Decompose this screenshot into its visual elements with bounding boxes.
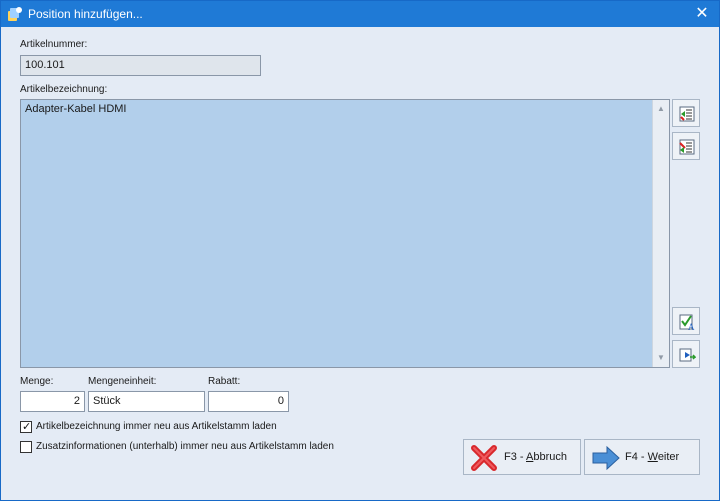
scroll-up-icon[interactable]: ▲ — [656, 104, 666, 114]
dialog-window: Position hinzufügen... ✕ Artikelnummer: … — [0, 0, 720, 501]
red-x-icon — [471, 445, 497, 471]
spellcheck-icon: A — [679, 314, 695, 331]
artikelbezeichnung-text: Adapter-Kabel HDMI — [25, 103, 127, 115]
cancel-button[interactable]: F3 - Abbruch — [463, 439, 581, 475]
artikelbezeichnung-textarea[interactable]: Adapter-Kabel HDMI ▲ ▼ — [20, 99, 670, 368]
close-icon: ✕ — [695, 5, 709, 22]
mengeneinheit-label: Mengeneinheit: — [88, 376, 157, 387]
artikelnummer-field[interactable]: 100.101 — [20, 55, 261, 76]
title-bar[interactable]: Position hinzufügen... ✕ — [1, 1, 719, 27]
insert-arrow-icon — [679, 348, 696, 362]
reload-description-label[interactable]: Artikelbezeichnung immer neu aus Artikel… — [36, 421, 277, 432]
checkmark-icon: ✓ — [22, 421, 32, 433]
reload-additional-info-checkbox[interactable] — [20, 441, 32, 453]
blue-arrow-right-icon — [592, 445, 620, 471]
spellcheck-button[interactable]: A — [672, 307, 700, 335]
cancel-button-label: F3 - Abbruch — [504, 451, 567, 463]
list-add-icon — [679, 106, 695, 122]
list-remove-icon — [679, 139, 695, 155]
artikelbezeichnung-label: Artikelbezeichnung: — [20, 84, 108, 95]
app-icon — [8, 7, 22, 21]
reload-description-checkbox[interactable]: ✓ — [20, 421, 32, 433]
svg-text:A: A — [688, 322, 695, 331]
window-title: Position hinzufügen... — [28, 7, 143, 21]
remove-description-button[interactable] — [672, 132, 700, 160]
memo-scrollbar[interactable]: ▲ ▼ — [652, 100, 669, 367]
mengeneinheit-field[interactable]: Stück — [88, 391, 205, 412]
next-button[interactable]: F4 - Weiter — [584, 439, 700, 475]
close-button[interactable]: ✕ — [691, 4, 713, 24]
insert-text-button[interactable] — [672, 340, 700, 368]
menge-field[interactable]: 2 — [20, 391, 85, 412]
rabatt-field[interactable]: 0 — [208, 391, 289, 412]
next-button-label: F4 - Weiter — [625, 451, 680, 463]
reload-additional-info-label[interactable]: Zusatzinformationen (unterhalb) immer ne… — [36, 441, 334, 452]
load-description-button[interactable] — [672, 99, 700, 127]
scroll-down-icon[interactable]: ▼ — [656, 353, 666, 363]
artikelnummer-label: Artikelnummer: — [20, 39, 88, 50]
rabatt-label: Rabatt: — [208, 376, 241, 387]
menge-label: Menge: — [20, 376, 54, 387]
